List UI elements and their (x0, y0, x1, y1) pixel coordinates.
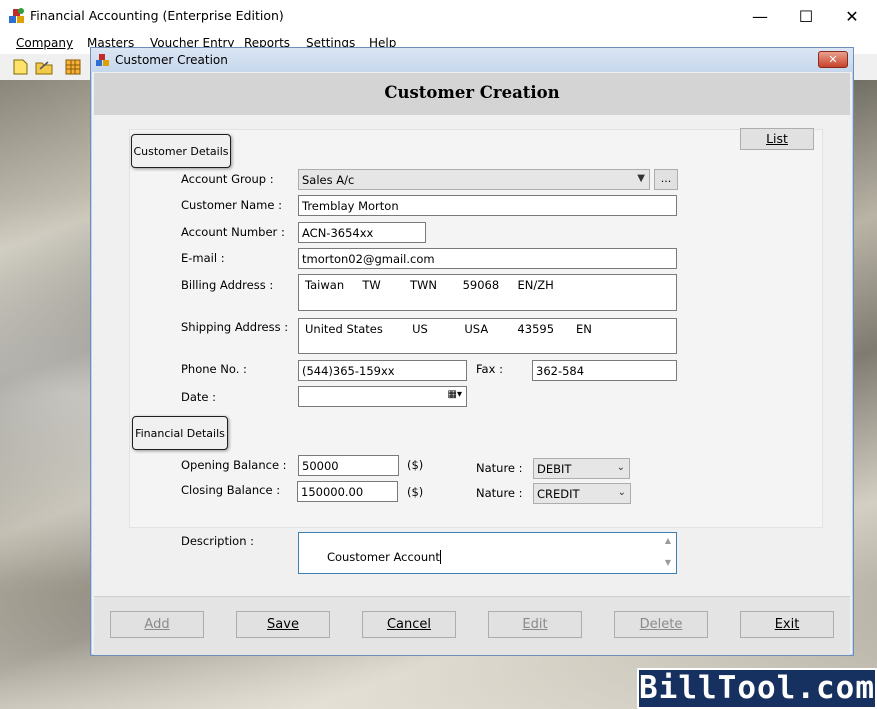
email-input[interactable]: tmorton02@gmail.com (298, 248, 677, 269)
app-logo-icon (9, 8, 24, 23)
header-band: Customer Creation (94, 73, 850, 115)
cancel-button-label: Cancel (386, 617, 432, 632)
calculator-icon[interactable] (63, 57, 83, 77)
account-group-label: Account Group : (181, 172, 274, 186)
phone-input[interactable]: (544)365-159xx (298, 360, 467, 381)
customer-name-input[interactable]: Tremblay Morton (298, 195, 677, 216)
date-picker[interactable]: 02-06-2024 ▦▾ (298, 386, 467, 407)
edit-button[interactable]: Edit (488, 611, 582, 638)
chevron-down-icon: ⌄ (616, 462, 625, 473)
chevron-down-icon: ⌄ (617, 487, 626, 498)
closing-balance-unit: ($) (407, 485, 424, 499)
billing-address-label: Billing Address : (181, 278, 274, 292)
brand-watermark: BillTool.com (637, 668, 877, 709)
shipping-address-label: Shipping Address : (181, 320, 289, 334)
app-title: Financial Accounting (Enterprise Edition… (30, 8, 284, 23)
closing-nature-value: CREDIT (537, 487, 580, 501)
save-button-label: Save (267, 617, 299, 632)
edit-button-label: Edit (522, 617, 548, 632)
closing-balance-input[interactable]: 150000.00 (297, 481, 398, 502)
shipping-address-input[interactable]: United States US USA 43595 EN (298, 318, 677, 354)
opening-nature-value: DEBIT (537, 462, 572, 476)
customer-creation-dialog: Customer Creation ✕ Customer Creation Cu… (90, 47, 854, 656)
chevron-down-icon: ▼ (637, 173, 645, 184)
closing-balance-label: Closing Balance : (181, 483, 281, 497)
text-cursor (439, 550, 441, 564)
description-value: Coustomer Account (326, 550, 440, 564)
delete-button[interactable]: Delete (614, 611, 708, 638)
opening-balance-label: Opening Balance : (181, 458, 287, 472)
exit-button[interactable]: Exit (740, 611, 834, 638)
dialog-title: Customer Creation (115, 53, 228, 67)
opening-balance-input[interactable]: 50000 (298, 455, 399, 476)
add-button-label: Add (144, 617, 170, 632)
scroll-down-icon[interactable]: ▼ (665, 558, 671, 567)
description-label: Description : (181, 534, 255, 548)
dialog-app-icon (96, 54, 109, 66)
add-button[interactable]: Add (110, 611, 204, 638)
date-label: Date : (181, 390, 217, 404)
opening-nature-select[interactable]: DEBIT ⌄ (533, 458, 630, 479)
exit-button-label: Exit (774, 617, 800, 632)
dialog-titlebar: Customer Creation ✕ (91, 48, 853, 72)
account-group-select[interactable]: Sales A/c ▼ (298, 169, 650, 190)
delete-button-label: Delete (639, 617, 683, 632)
close-button[interactable]: ✕ (829, 4, 875, 28)
dialog-close-button[interactable]: ✕ (818, 51, 848, 68)
save-button[interactable]: Save (236, 611, 330, 638)
closing-nature-select[interactable]: CREDIT ⌄ (533, 483, 631, 504)
page-title: Customer Creation (384, 83, 560, 102)
description-textarea[interactable]: Coustomer Account ▲ ▼ (298, 532, 677, 574)
list-button[interactable]: List (740, 128, 814, 150)
menu-company[interactable]: Company (16, 36, 73, 50)
scroll-up-icon[interactable]: ▲ (665, 536, 671, 545)
billing-address-input[interactable]: Taiwan TW TWN 59068 EN/ZH (298, 274, 677, 311)
open-folder-icon[interactable] (34, 57, 54, 77)
calendar-icon[interactable]: ▦▾ (448, 389, 462, 400)
opening-balance-unit: ($) (407, 458, 424, 472)
maximize-button[interactable]: ☐ (783, 4, 829, 28)
account-group-value: Sales A/c (302, 173, 355, 187)
phone-label: Phone No. : (181, 362, 247, 376)
minimize-button[interactable]: — (737, 4, 783, 28)
date-value: 02-06-2024 (324, 404, 391, 406)
new-file-icon[interactable] (10, 57, 30, 77)
closing-nature-label: Nature : (476, 486, 523, 500)
account-number-label: Account Number : (181, 225, 285, 239)
button-bar: Add Save Cancel Edit Delete Exit (94, 596, 850, 655)
fax-input[interactable]: 362-584 (532, 360, 677, 381)
cancel-button[interactable]: Cancel (362, 611, 456, 638)
app-titlebar: Financial Accounting (Enterprise Edition… (0, 0, 877, 32)
fax-label: Fax : (476, 362, 503, 376)
opening-nature-label: Nature : (476, 461, 523, 475)
form-content: Customer Details List Account Group : Sa… (94, 118, 850, 592)
account-group-browse-button[interactable]: ... (654, 169, 678, 190)
customer-name-label: Customer Name : (181, 198, 282, 212)
account-number-input[interactable]: ACN-3654xx (298, 222, 426, 243)
email-label: E-mail : (181, 251, 225, 265)
financial-details-label: Financial Details (132, 416, 228, 450)
customer-details-label: Customer Details (131, 134, 231, 168)
